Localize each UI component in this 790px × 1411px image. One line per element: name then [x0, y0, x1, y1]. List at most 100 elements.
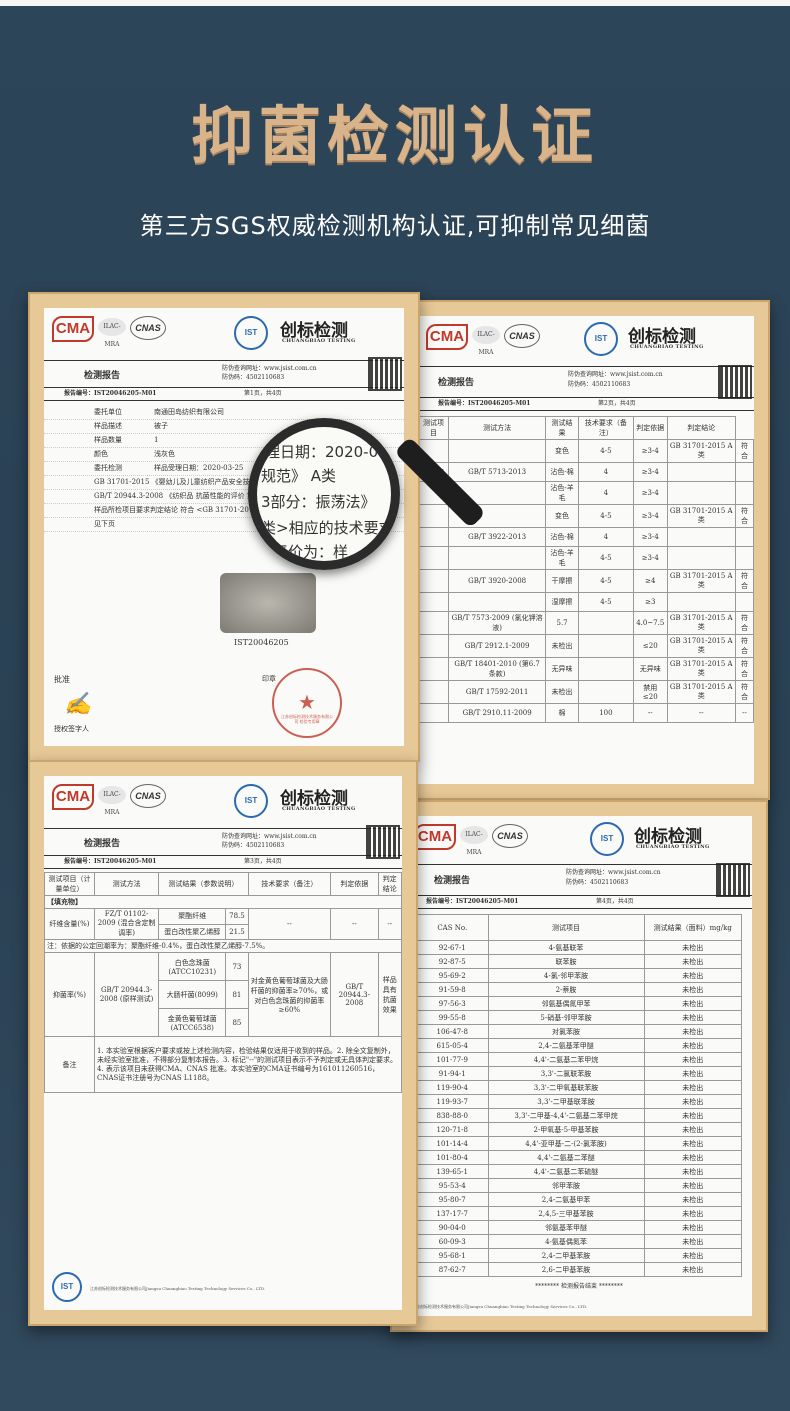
results-table: 测试项目 测试方法 测试结果 技术要求（备注） 判定依据 判定结论 变色 4-5 ≥… [418, 416, 754, 723]
summary-value: 被子 [154, 422, 168, 430]
table-cell: 2,4-二氨基苯甲醚 [487, 1038, 645, 1053]
table-row: 119-90-4 3,3'-二甲氧基联苯胺 未检出 [416, 1080, 742, 1095]
report-heading: 检测报告 [438, 378, 475, 388]
table-row: 95-53-4 邻甲苯胺 未检出 [416, 1178, 742, 1193]
table-cell: 4-5 [577, 546, 634, 570]
antibacterial-table: 测试项目（计量单位） 测试方法 测试结果（参数说明） 技术要求（备注） 判定依据… [44, 872, 402, 1093]
sample-photo [220, 573, 316, 633]
table-cell: 4-氨基联苯 [487, 940, 645, 955]
table-cell: GB/T 2910.11-2009 [448, 703, 547, 723]
summary-value: 浅灰色 [154, 450, 175, 458]
table-cell: 4 [577, 527, 634, 547]
qr-code [368, 357, 402, 391]
note-cell: 注：依据的公定回潮率为：聚酯纤维-0.4%，蛋白改性聚乙烯醇-7.5%。 [44, 939, 402, 953]
table-cell: 2,4-二甲基苯胺 [487, 1248, 645, 1263]
table-row: 92-87-5 联苯胺 未检出 [416, 954, 742, 969]
table-cell: 2-萘胺 [487, 982, 645, 997]
brand-name-en: CHUANGBIAO TESTING [630, 344, 704, 350]
table-cell: 4-5 [577, 504, 634, 528]
table-cell: 4 [577, 462, 634, 482]
summary-label: 样品描述 [94, 422, 122, 430]
table-cell [734, 462, 754, 482]
report-heading: 检测报告 [84, 839, 121, 849]
table-row: 色牢度GB/T 5713-2013沾色-棉4≥3-4 [418, 462, 754, 482]
table-row: 91-94-1 3,3'-二氯联苯胺 未检出 [416, 1066, 742, 1081]
table-cell: 4,4'-亚甲基-二-(2-氯苯胺) [487, 1136, 645, 1151]
report-number-row: 报告编号：IST20046205-M01 第1页，共4页 [44, 386, 404, 401]
table-cell: 95-80-7 [416, 1192, 489, 1207]
table-cell: 变色 [545, 504, 579, 528]
table-cell: 无异味 [632, 657, 668, 681]
table-row: 95-68-1 2,4-二甲基苯胺 未检出 [416, 1248, 742, 1263]
table-row: 119-93-7 3,3'-二甲基联苯胺 未检出 [416, 1094, 742, 1109]
page-number: 第1页，共4页 [244, 390, 282, 397]
table-cell [734, 481, 754, 505]
ist-logo: IST [234, 316, 268, 350]
table-cell: 大肠杆菌(8099) [158, 980, 227, 1009]
col-header: 测试结果（面料）mg/kg [643, 914, 742, 941]
col-header: 测试项目（计量单位） [44, 872, 95, 896]
table-cell: 2,4-二氨基甲苯 [487, 1192, 645, 1207]
table-cell: 2-甲氧基-5-甲基苯胺 [487, 1122, 645, 1137]
table-cell: 沾色-棉 [545, 462, 579, 482]
table-row: 91-59-8 2-萘胺 未检出 [416, 982, 742, 997]
table-cell: 未检出 [643, 982, 742, 997]
aromatic-amine-table: CAS No. 测试项目 测试结果（面料）mg/kg 92-67-1 4-氨基联苯… [416, 914, 742, 1277]
table-cell: 未检出 [643, 1024, 742, 1039]
table-cell: 101-77-9 [416, 1052, 489, 1067]
table-cell: FZ/T 01102-2009 (混合含定制调率) [93, 908, 160, 940]
table-cell: 未检出 [643, 996, 742, 1011]
table-cell: 未检出 [643, 1178, 742, 1193]
table-cell: GB 31701-2015 A类 [666, 657, 736, 681]
cnas-logo: CNAS [130, 316, 166, 340]
summary-value: 南通田岛纺织有限公司 [154, 408, 224, 416]
table-cell: GB/T 17592-2011 [448, 680, 547, 704]
report-number-row: 报告编号：IST20046205-M01 第2页，共4页 [418, 396, 754, 411]
official-seal: ★ 江苏创标检测技术服务有限公司 检验专用章 [272, 668, 342, 738]
table-cell: 137-17-7 [416, 1206, 489, 1221]
table-row: 97-56-3 邻氨基偶氮甲苯 未检出 [416, 996, 742, 1011]
table-cell: 101-14-4 [416, 1136, 489, 1151]
table-cell: 3,3'-二氯联苯胺 [487, 1066, 645, 1081]
table-cell: 106-47-8 [416, 1024, 489, 1039]
table-cell [666, 527, 736, 547]
table-cell: 未检出 [643, 968, 742, 983]
table-cell [418, 634, 450, 658]
qr-code [366, 825, 400, 859]
table-header-row: CAS No. 测试项目 测试结果（面料）mg/kg [416, 914, 742, 941]
table-cell: ≥3-4 [632, 481, 668, 505]
lens-text-5: 平价为：样 [273, 543, 349, 561]
table-cell: -- [247, 908, 332, 940]
report-title-bar: 检测报告 防伪查询网址：www.jsist.com.cn 防伪码：4502110… [418, 365, 754, 399]
table-cell: 蛋白改性聚乙烯醇 [158, 923, 227, 940]
seal-text: 江苏创标检测技术服务有限公司 检验专用章 [281, 714, 333, 724]
table-cell: 60-09-3 [416, 1234, 489, 1249]
table-cell: 未检出 [643, 1150, 742, 1165]
table-row: 137-17-7 2,4,5-三甲基苯胺 未检出 [416, 1206, 742, 1221]
col-header: 测试项目 [487, 914, 645, 941]
table-cell: 邻氨基偶氮甲苯 [487, 996, 645, 1011]
table-cell: 变色 [545, 439, 579, 463]
table-cell [734, 546, 754, 570]
report-footer: 江苏创标检测技术服务有限公司Jiangsu Chuangbiao Testing… [90, 1286, 266, 1291]
verify-code: 防伪码：4502110683 [222, 374, 285, 381]
results-body: 变色4-5≥3-4GB 31701-2015 A类符合色牢度GB/T 5713-… [418, 439, 754, 723]
col-header: 测试结果（参数说明） [158, 872, 249, 896]
brand-name-en: CHUANGBIAO TESTING [282, 806, 356, 812]
table-cell: 沾色-羊毛 [545, 481, 579, 505]
table-row: GB/T 17592-2011 未检出 禁用≤20 GB 31701-2015 A类符… [418, 680, 754, 704]
table-row: 120-71-8 2-甲氧基-5-甲基苯胺 未检出 [416, 1122, 742, 1137]
table-cell: 4,4'-二氨基二苯甲烷 [487, 1052, 645, 1067]
verify-code: 防伪码：4502110683 [222, 842, 285, 849]
table-cell: GB/T 20944.3-2008 (原样测试) [93, 952, 160, 1037]
table-cell: 81 [225, 980, 249, 1009]
table-cell: 未检出 [643, 1234, 742, 1249]
table-cell: 90-04-0 [416, 1220, 489, 1235]
verify-site: 防伪查询网址：www.jsist.com.cn [222, 365, 317, 372]
table-row: 【填充物】 [44, 895, 402, 909]
report-header: CMA ILAC-MRA CNAS IST 创标检测 CHUANGBIAO TE… [418, 316, 754, 366]
cma-logo: CMA [52, 784, 94, 810]
table-cell: 样品具有抗菌效果 [377, 952, 402, 1037]
table-cell: 2,6-二甲基苯胺 [487, 1262, 645, 1277]
table-cell: 符合 [734, 439, 754, 463]
